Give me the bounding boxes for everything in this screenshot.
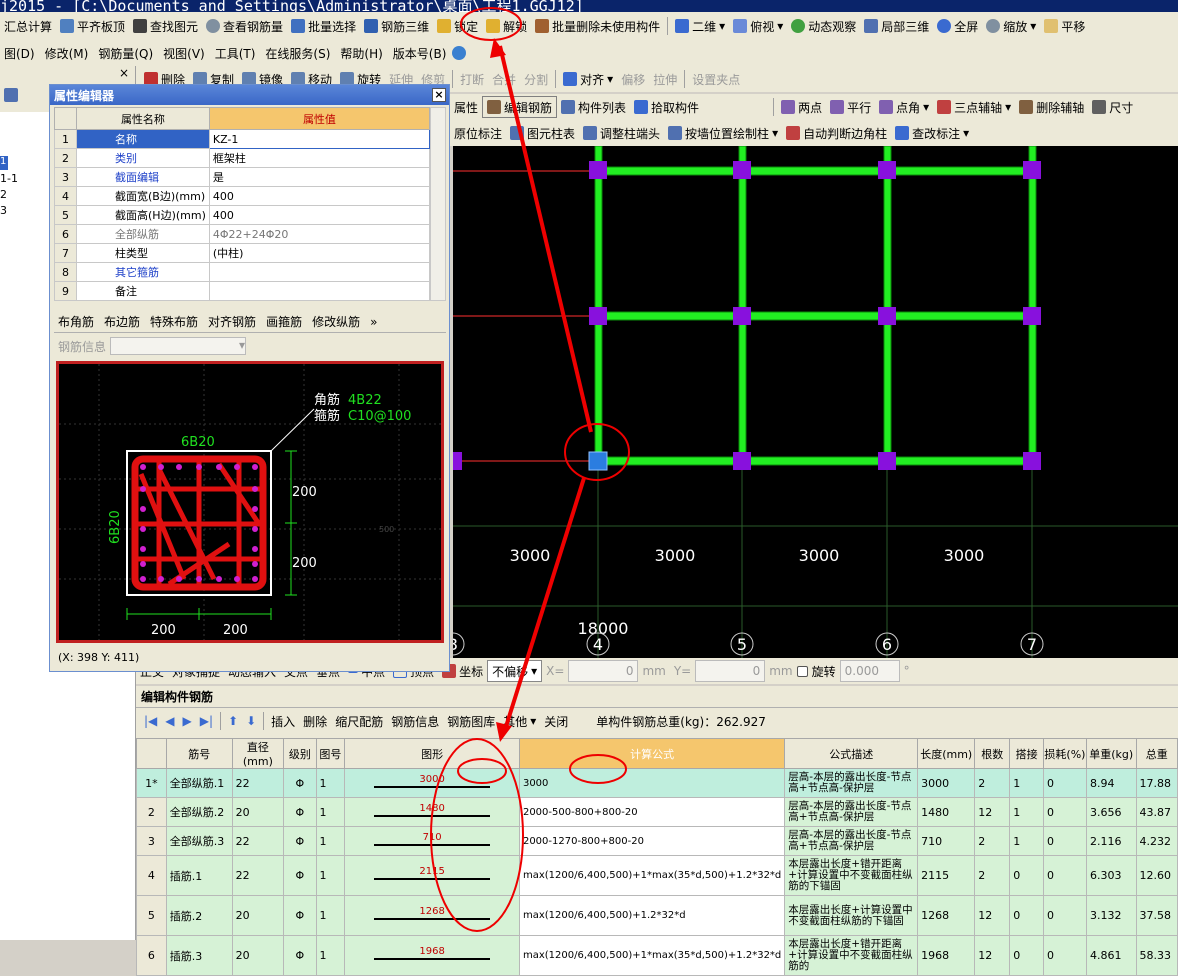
annotation-arrow	[498, 45, 593, 433]
annotation-circle	[430, 738, 524, 932]
rebar-shape[interactable]: 1968	[344, 935, 520, 976]
rebar-figure-no[interactable]: 1	[315, 935, 346, 976]
unit-weight[interactable]: 4.861	[1085, 935, 1137, 976]
rebar-count[interactable]: 12	[974, 935, 1011, 976]
annotation-arrow	[502, 477, 586, 734]
rebar-length[interactable]: 1968	[917, 935, 976, 976]
table-row[interactable]: 6 插筋.3 20 Φ 1 1968 max(1200/6,400,500)+1*max(3…	[136, 935, 1178, 976]
annotation-arrow-head	[496, 722, 512, 742]
rebar-diameter[interactable]: 20	[231, 935, 285, 976]
annotation-arrow-head	[490, 38, 506, 58]
annotation-circle	[569, 754, 627, 784]
rebar-loss[interactable]: 0	[1042, 935, 1087, 976]
rebar-formula[interactable]: max(1200/6,400,500)+1*max(35*d,500)+1.2*…	[518, 935, 786, 976]
annotation-circle	[564, 423, 630, 481]
total-weight[interactable]: 58.33	[1135, 935, 1178, 976]
formula-description[interactable]: 本层露出长度+错开距离+计算设置中不变截面柱纵筋的	[784, 935, 919, 976]
annotation-overlay	[430, 7, 630, 932]
shape-length: 1968	[419, 945, 445, 957]
annotation-circle	[460, 7, 522, 41]
rebar-lap[interactable]: 0	[1009, 935, 1044, 976]
annotation-circle	[457, 758, 507, 784]
shape-line	[374, 957, 490, 960]
rebar-grade[interactable]: Φ	[283, 935, 317, 976]
row-number: 6	[136, 935, 167, 976]
rebar-name[interactable]: 插筋.3	[165, 935, 233, 976]
